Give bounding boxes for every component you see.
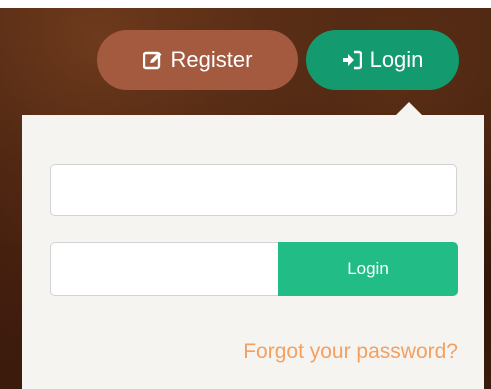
edit-icon [142,50,163,70]
username-input[interactable] [50,164,457,216]
register-label: Register [170,47,253,72]
register-button[interactable]: Register [97,30,298,90]
login-toggle-button[interactable]: Login [306,30,459,90]
sign-in-icon [342,50,362,70]
login-submit-label: Login [347,259,389,278]
forgot-password-link[interactable]: Forgot your password? [243,340,458,364]
password-input[interactable] [50,242,279,296]
login-toggle-label: Login [369,47,424,72]
top-border [0,0,491,8]
login-submit-button[interactable]: Login [278,242,458,296]
dropdown-caret [396,102,422,115]
